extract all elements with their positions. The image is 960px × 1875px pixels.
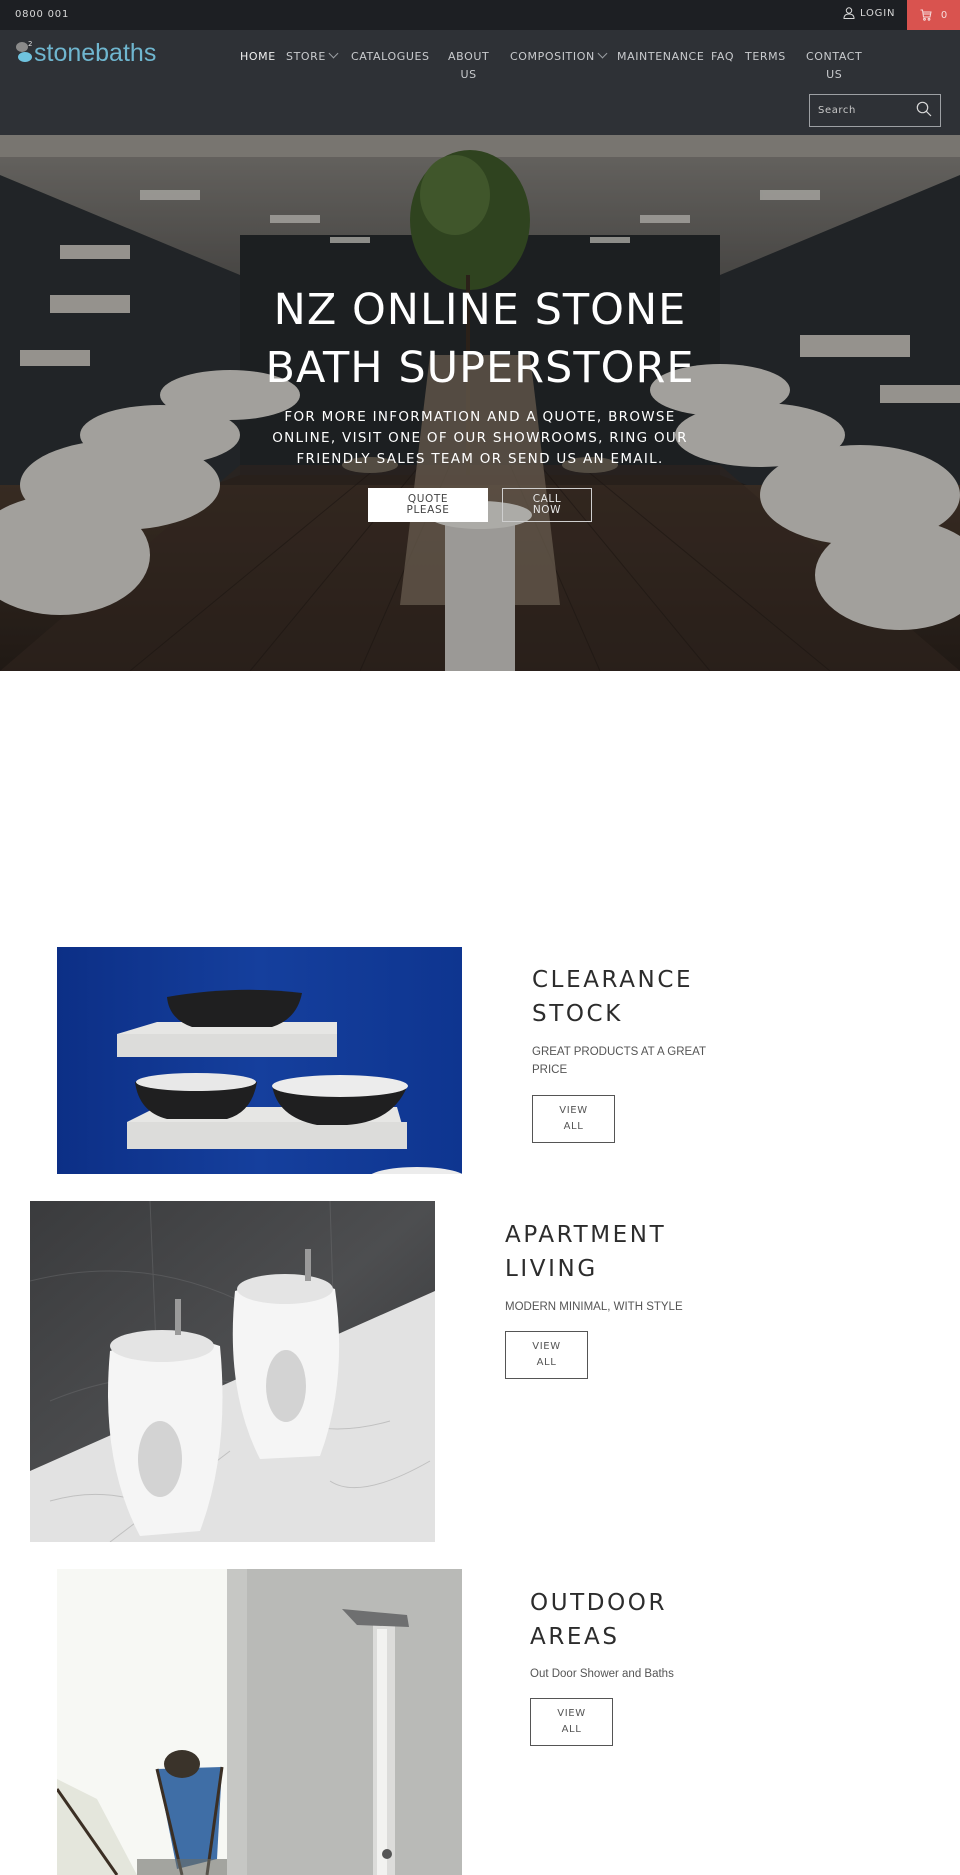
site-header: 2 stonebaths HOME STORE CATALOGUES ABOUT… <box>0 30 960 135</box>
nav-terms[interactable]: TERMS <box>745 48 786 66</box>
hero-banner: NZ ONLINE STONE BATH SUPERSTORE FOR MORE … <box>0 135 960 671</box>
chevron-down-icon <box>597 48 608 59</box>
outdoor-areas-title: OUTDOOR AREAS <box>530 1590 668 1650</box>
outdoor-areas-image[interactable] <box>57 1569 462 1875</box>
login-label: LOGIN <box>860 7 896 19</box>
outdoor-shower-image <box>57 1569 462 1875</box>
apartment-view-all-button[interactable]: VIEW ALL <box>505 1331 588 1379</box>
clearance-stock-image[interactable] <box>57 947 462 1174</box>
nav-store[interactable]: STORE <box>286 48 339 66</box>
clearance-stock-title: CLEARANCE STOCK <box>532 967 694 1027</box>
clearance-stock-subtitle: GREAT PRODUCTS AT A GREAT PRICE <box>532 1046 707 1076</box>
apartment-living-image[interactable] <box>30 1201 435 1542</box>
search-icon[interactable] <box>916 101 932 117</box>
outdoor-areas-subtitle: Out Door Shower and Baths <box>530 1668 674 1680</box>
nav-maintenance[interactable]: MAINTENANCE <box>617 48 704 66</box>
hero-title: NZ ONLINE STONE BATH SUPERSTORE <box>265 285 695 393</box>
call-now-button[interactable]: CALL NOW <box>502 488 592 522</box>
user-icon <box>843 7 855 19</box>
outdoor-view-all-button[interactable]: VIEW ALL <box>530 1698 613 1746</box>
logo-text: stonebaths <box>34 39 157 67</box>
phone-number[interactable]: 0800 001 <box>15 9 69 20</box>
basins-on-shelves-image <box>57 947 462 1174</box>
hero-subtitle: FOR MORE INFORMATION AND A QUOTE, BROWSE… <box>272 409 688 467</box>
pedestal-basins-image <box>30 1201 435 1542</box>
clearance-view-all-button[interactable]: VIEW ALL <box>532 1095 615 1143</box>
nav-faq[interactable]: FAQ <box>711 48 734 66</box>
login-link[interactable]: LOGIN <box>843 7 895 19</box>
search-input[interactable] <box>810 105 910 116</box>
cart-count: 0 <box>940 9 948 21</box>
logo-superscript: 2 <box>28 40 33 48</box>
apartment-living-subtitle: MODERN MINIMAL, WITH STYLE <box>505 1301 683 1313</box>
cart-icon <box>920 9 932 21</box>
logo-mark-icon: 2 <box>14 40 36 66</box>
nav-home[interactable]: HOME <box>240 48 276 66</box>
search-box <box>809 94 941 127</box>
quote-please-button[interactable]: QUOTE PLEASE <box>368 488 488 522</box>
top-bar: 0800 001 LOGIN 0 <box>0 0 960 30</box>
nav-contact-us[interactable]: CONTACT US <box>806 48 862 84</box>
logo[interactable]: 2 stonebaths <box>14 40 156 66</box>
cart-button[interactable]: 0 <box>907 0 960 30</box>
chevron-down-icon <box>328 48 339 59</box>
nav-composition[interactable]: COMPOSITION <box>510 48 608 66</box>
apartment-living-title: APARTMENT LIVING <box>505 1222 667 1282</box>
nav-about-us[interactable]: ABOUT US <box>448 48 489 84</box>
nav-catalogues[interactable]: CATALOGUES <box>351 48 430 66</box>
